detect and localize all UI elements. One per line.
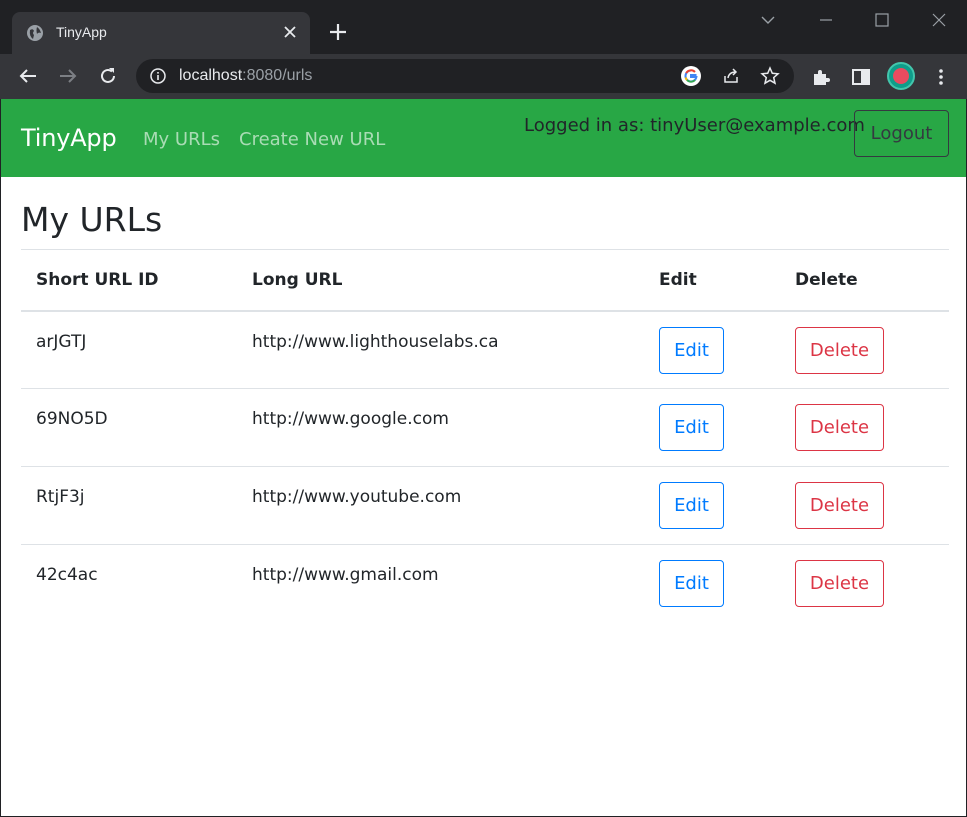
side-panel-icon[interactable]: [850, 66, 872, 88]
browser-titlebar: TinyApp: [0, 0, 967, 54]
browser-toolbar: localhost:8080/urls: [0, 54, 967, 99]
short-url-id: 42c4ac: [21, 544, 237, 623]
edit-button[interactable]: Edit: [659, 326, 724, 374]
page-viewport: TinyApp My URLs Create New URL Logged in…: [1, 99, 966, 816]
edit-button[interactable]: Edit: [659, 404, 724, 451]
logout-button[interactable]: Logout: [854, 110, 949, 157]
edit-cell: Edit: [644, 388, 780, 467]
header-long-url: Long URL: [237, 249, 644, 312]
delete-cell: Delete: [780, 388, 949, 467]
kebab-menu-icon[interactable]: [930, 66, 952, 88]
chevron-down-icon[interactable]: [756, 10, 780, 30]
google-icon[interactable]: [681, 66, 701, 86]
delete-button[interactable]: Delete: [795, 326, 884, 374]
edit-cell: Edit: [644, 311, 780, 389]
app-navbar: TinyApp My URLs Create New URL Logged in…: [1, 99, 966, 177]
long-url: http://www.lighthouselabs.ca: [252, 331, 499, 352]
profile-avatar[interactable]: [887, 62, 915, 90]
maximize-icon[interactable]: [870, 10, 894, 30]
browser-tab[interactable]: TinyApp: [12, 12, 310, 54]
info-icon[interactable]: [150, 68, 166, 84]
table-row: 42c4ac http://www.gmail.com Edit Delete: [21, 544, 949, 623]
header-delete: Delete: [780, 249, 949, 312]
brand-logo[interactable]: TinyApp: [21, 124, 117, 152]
delete-cell: Delete: [780, 544, 949, 623]
urls-table: Short URL ID Long URL Edit Delete arJGTJ…: [21, 249, 949, 623]
logged-in-text: Logged in as: tinyUser@example.com: [524, 115, 865, 136]
edit-cell: Edit: [644, 466, 780, 545]
reload-icon[interactable]: [97, 65, 119, 87]
tab-title: TinyApp: [56, 24, 107, 40]
delete-cell: Delete: [780, 466, 949, 545]
globe-icon: [27, 25, 43, 41]
page-title: My URLs: [21, 200, 163, 239]
long-url: http://www.gmail.com: [237, 544, 644, 623]
delete-button[interactable]: Delete: [795, 482, 884, 529]
table-row: RtjF3j http://www.youtube.com Edit Delet…: [21, 466, 949, 545]
header-short-url-id: Short URL ID: [21, 249, 237, 312]
forward-arrow-icon[interactable]: [57, 65, 79, 87]
table-row: arJGTJ http://www.lighthouselabs.ca Edit…: [21, 311, 949, 389]
share-icon[interactable]: [722, 67, 740, 85]
short-url-id: RtjF3j: [21, 466, 237, 545]
url-path: :8080/urls: [242, 67, 313, 84]
close-icon[interactable]: [280, 22, 300, 42]
address-bar[interactable]: localhost:8080/urls: [136, 59, 794, 93]
short-url-id: arJGTJ: [36, 331, 87, 352]
back-arrow-icon[interactable]: [17, 65, 39, 87]
edit-button[interactable]: Edit: [659, 482, 724, 529]
url-host: localhost: [179, 67, 243, 84]
table-row: 69NO5D http://www.google.com Edit Delete: [21, 388, 949, 467]
long-url: http://www.youtube.com: [237, 466, 644, 545]
header-edit: Edit: [644, 249, 780, 312]
nav-my-urls[interactable]: My URLs: [143, 129, 220, 150]
address-url[interactable]: localhost:8080/urls: [179, 67, 312, 85]
long-url: http://www.google.com: [237, 388, 644, 467]
delete-cell: Delete: [780, 311, 949, 389]
minimize-icon[interactable]: [814, 10, 838, 30]
edit-cell: Edit: [644, 544, 780, 623]
nav-create-new-url[interactable]: Create New URL: [239, 129, 385, 150]
plus-icon[interactable]: [326, 20, 350, 44]
puzzle-icon[interactable]: [810, 66, 832, 88]
edit-button[interactable]: Edit: [659, 560, 724, 607]
star-icon[interactable]: [760, 66, 780, 86]
short-url-id: 69NO5D: [21, 388, 237, 467]
window-close-icon[interactable]: [927, 10, 951, 30]
delete-button[interactable]: Delete: [795, 404, 884, 451]
delete-button[interactable]: Delete: [795, 560, 884, 607]
table-header-row: Short URL ID Long URL Edit Delete: [21, 249, 949, 312]
